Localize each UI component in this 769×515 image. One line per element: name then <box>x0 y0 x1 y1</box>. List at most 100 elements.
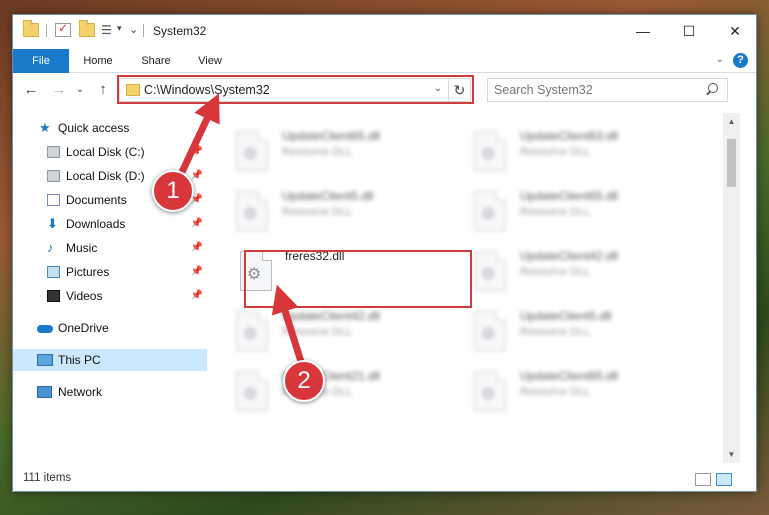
nav-item-videos[interactable]: Videos 📌 <box>13 285 207 307</box>
scroll-down-icon[interactable]: ▼ <box>723 446 740 463</box>
nav-item-music[interactable]: ♪ Music 📌 <box>13 237 207 259</box>
quick-access-toolbar-caret-icon[interactable]: ▾ <box>117 23 122 34</box>
up-arrow-icon[interactable]: ↑ <box>94 81 112 99</box>
nav-item-downloads[interactable]: ⬇ Downloads 📌 <box>13 213 207 235</box>
title-bar: ☰ ▾ ⌄ System32 — ☐ ✕ <box>13 15 756 47</box>
step-1-badge: 1 <box>152 170 194 212</box>
nav-item-this-pc[interactable]: This PC <box>13 349 207 371</box>
search-icon[interactable] <box>705 83 719 97</box>
scroll-up-icon[interactable]: ▲ <box>723 113 740 130</box>
window-title: System32 <box>153 24 207 38</box>
videos-icon <box>47 290 60 302</box>
file-name: UpdateClient63.dll <box>520 129 619 143</box>
nav-item-pictures[interactable]: Pictures 📌 <box>13 261 207 283</box>
onedrive-icon <box>37 325 53 333</box>
address-bar[interactable]: C:\Windows\System32 ⌄ <box>119 78 449 102</box>
recent-locations-icon[interactable]: ⌄ <box>71 81 89 99</box>
file-type: Resource DLL <box>520 266 591 278</box>
large-icons-view-icon[interactable] <box>716 473 732 486</box>
nav-item-label: OneDrive <box>58 321 109 335</box>
pin-icon[interactable]: 📌 <box>191 261 203 283</box>
new-folder-icon[interactable] <box>79 20 95 37</box>
forward-arrow-icon[interactable]: → <box>50 81 68 99</box>
file-item[interactable]: ⚙ UpdateClient42.dll Resource DLL <box>456 245 688 301</box>
file-type: Resource DLL <box>520 146 591 158</box>
file-name: UpdateClient42.dll <box>282 309 381 323</box>
file-name: UpdateClient65.dll <box>520 369 619 383</box>
file-item-freres32[interactable]: ⚙ freres32.dll <box>226 245 458 301</box>
minimize-button[interactable]: — <box>620 15 666 47</box>
pin-icon[interactable]: 📌 <box>191 237 203 259</box>
dll-file-icon: ⚙ <box>236 131 268 171</box>
file-item[interactable]: ⚙ UpdateClient21.dll Resource DLL <box>218 365 450 421</box>
title-separator <box>143 24 144 37</box>
gear-icon: ⚙ <box>481 326 496 343</box>
address-folder-icon <box>126 84 140 96</box>
address-dropdown-icon[interactable]: ⌄ <box>434 83 442 94</box>
nav-item-label: Music <box>66 241 98 255</box>
file-item[interactable]: ⚙ UpdateClient5.dll Resource DLL <box>218 185 450 241</box>
file-name: UpdateClient5.dll <box>282 189 374 203</box>
pin-icon[interactable]: 📌 <box>191 141 203 163</box>
scroll-thumb[interactable] <box>727 139 736 187</box>
tab-view[interactable]: View <box>187 49 233 73</box>
tab-file[interactable]: File <box>13 49 69 73</box>
nav-item-label: Documents <box>66 193 127 207</box>
navigation-pane: ★ Quick access Local Disk (C:) 📌 Local D… <box>13 113 207 463</box>
dll-file-icon: ⚙ <box>474 371 506 411</box>
nav-item-local-disk-c[interactable]: Local Disk (C:) 📌 <box>13 141 207 163</box>
file-item[interactable]: ⚙ UpdateClient5.dll Resource DLL <box>456 305 688 361</box>
dll-file-icon: ⚙ <box>474 131 506 171</box>
gear-icon: ⚙ <box>481 386 496 403</box>
help-icon[interactable]: ? <box>733 53 748 68</box>
maximize-button[interactable]: ☐ <box>666 15 712 47</box>
nav-item-onedrive[interactable]: OneDrive <box>13 317 207 339</box>
star-icon: ★ <box>39 120 51 135</box>
status-bar: 111 items <box>13 467 756 491</box>
ribbon-tabs: File Home Share View ⌄ ? <box>13 49 756 73</box>
address-path[interactable]: C:\Windows\System32 <box>144 83 270 97</box>
nav-item-label: Local Disk (D:) <box>66 169 145 183</box>
tab-home[interactable]: Home <box>73 49 123 73</box>
item-count: 111 items <box>23 472 72 484</box>
nav-item-label: Videos <box>66 289 103 303</box>
properties-check-icon[interactable] <box>55 21 71 37</box>
gear-icon: ⚙ <box>481 266 496 283</box>
pc-icon <box>37 354 53 366</box>
file-item[interactable]: ⚙ UpdateClient65.dll Resource DLL <box>456 185 688 241</box>
nav-item-network[interactable]: Network <box>13 381 207 403</box>
quick-access-dropdown-icon[interactable]: ⌄ <box>129 23 138 36</box>
file-type: Resource DLL <box>282 326 353 338</box>
network-icon <box>37 386 52 398</box>
nav-item-quick-access[interactable]: ★ Quick access <box>13 117 207 139</box>
nav-item-label: This PC <box>58 353 101 367</box>
file-name: UpdateClient5.dll <box>520 309 612 323</box>
dll-file-icon: ⚙ <box>474 191 506 231</box>
refresh-icon[interactable]: ↻ <box>449 78 471 102</box>
gear-icon: ⚙ <box>243 206 258 223</box>
back-arrow-icon[interactable]: ← <box>22 81 40 99</box>
file-item[interactable]: ⚙ UpdateClient63.dll Resource DLL <box>456 125 688 181</box>
close-button[interactable]: ✕ <box>712 15 756 47</box>
details-view-icon[interactable] <box>695 473 711 486</box>
file-item[interactable]: ⚙ UpdateClient42.dll Resource DLL <box>218 305 450 361</box>
search-input[interactable] <box>488 79 698 101</box>
dll-file-icon: ⚙ <box>474 251 506 291</box>
disk-icon <box>47 146 60 158</box>
customize-toolbar-icon[interactable]: ☰ <box>101 23 117 37</box>
downloads-icon: ⬇ <box>47 216 58 231</box>
file-type: Resource DLL <box>520 326 591 338</box>
ribbon-expand-icon[interactable]: ⌄ <box>716 54 724 65</box>
file-item[interactable]: ⚙ UpdateClient65.dll Resource DLL <box>456 365 688 421</box>
search-box[interactable] <box>487 78 728 102</box>
pin-icon[interactable]: 📌 <box>191 213 203 235</box>
tab-share[interactable]: Share <box>131 49 181 73</box>
file-item[interactable]: ⚙ UpdateClient65.dll Resource DLL <box>218 125 450 181</box>
gear-icon: ⚙ <box>243 386 258 403</box>
pin-icon[interactable]: 📌 <box>191 285 203 307</box>
nav-item-label: Quick access <box>58 121 130 135</box>
documents-icon <box>47 194 60 206</box>
gear-icon: ⚙ <box>247 266 262 283</box>
vertical-scrollbar[interactable]: ▲ ▼ <box>723 113 740 463</box>
pictures-icon <box>47 266 60 278</box>
